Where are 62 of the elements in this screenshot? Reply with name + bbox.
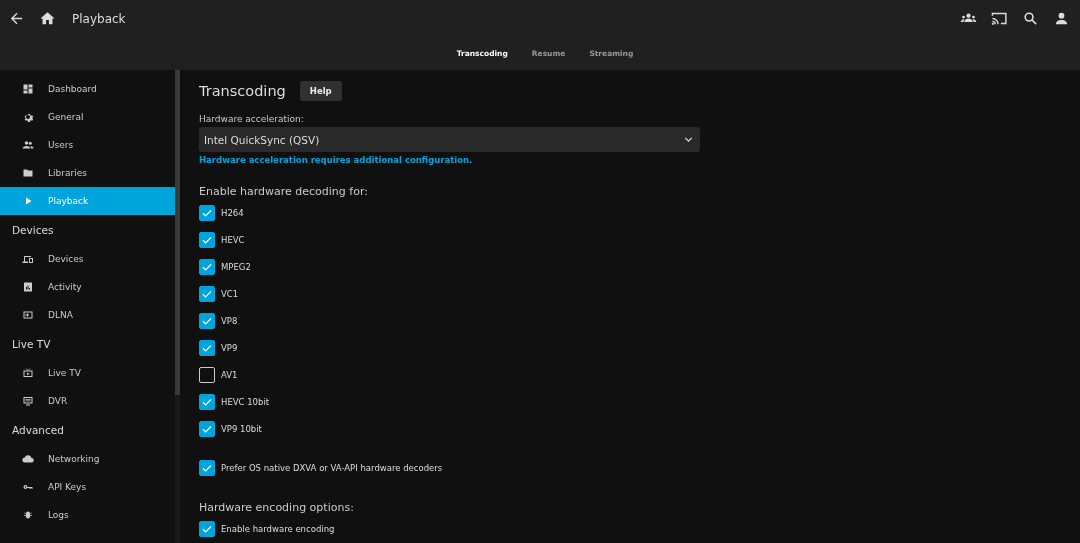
search-icon[interactable] [1022,10,1039,27]
checkbox-label: Enable hardware encoding [221,523,335,534]
sidebar-item[interactable]: Dashboard [0,75,175,103]
home-icon[interactable] [39,10,56,27]
sidebar-item[interactable]: Networking [0,445,175,473]
checkbox[interactable] [199,393,215,410]
section-heading: Enable hardware decoding for: [199,183,369,199]
section-title: Transcoding [199,83,286,99]
checkbox-label: VP9 [221,342,238,353]
checkbox-label: Prefer OS native DXVA or VA-API hardware decoders [221,462,443,473]
settings-icon [22,111,34,123]
sidebar-item[interactable]: DVR [0,387,175,415]
section-heading: Hardware encoding options: [199,499,355,515]
sidebar-item[interactable]: Users [0,131,175,159]
sidebar-item[interactable]: API Keys [0,473,175,501]
section-heading: Devices [11,223,55,238]
sidebar-item[interactable]: Activity [0,273,175,301]
checkbox[interactable] [199,339,215,356]
checkbox[interactable] [199,312,215,329]
checkbox[interactable] [199,366,215,383]
help-button[interactable]: Help [299,81,342,101]
checkbox-label: HEVC 10bit [221,396,270,407]
checkbox-label: VP9 10bit [221,423,262,434]
checkbox[interactable] [199,420,215,437]
cast-icon[interactable] [991,10,1008,27]
user-icon[interactable] [1053,10,1070,27]
checkbox-label: VC1 [221,288,239,299]
field-label: Hardware acceleration: [199,114,305,124]
checkbox-label: VP8 [221,315,238,326]
bug-icon [22,509,34,521]
dashboard-icon [22,83,34,95]
checkbox[interactable] [199,459,215,476]
configuration-link[interactable]: Hardware acceleration requires additional configuration. [199,155,473,165]
checkbox-label: HEVC [221,234,245,245]
sidebar-item[interactable]: DLNA [0,301,175,329]
checkbox[interactable] [199,258,215,275]
checkbox[interactable] [199,285,215,302]
back-icon[interactable] [8,10,25,27]
sidebar-item[interactable]: Libraries [0,159,175,187]
monitor-icon [22,395,34,407]
checkbox[interactable] [199,520,215,537]
sidebar-item[interactable]: Live TV [0,359,175,387]
scrollbar-thumb[interactable] [175,70,180,395]
tv-icon [22,367,34,379]
people-icon [22,139,34,151]
sidebar-item[interactable]: Devices [0,245,175,273]
input-icon [22,309,34,321]
select-field[interactable]: Intel QuickSync (QSV) [199,127,700,152]
checkbox[interactable] [199,231,215,248]
checkbox-label: H264 [221,207,244,218]
section-heading: Advanced [11,423,65,438]
bar-chart-icon [22,281,34,293]
page-title: Playback [72,11,126,26]
checkbox-label: MPEG2 [221,261,251,272]
sidebar-item[interactable]: General [0,103,175,131]
folder-icon [22,167,34,179]
checkbox-label: AV1 [221,369,238,380]
cloud-icon [22,453,34,465]
sidebar-item[interactable]: Logs [0,501,175,529]
devices-icon [22,253,34,265]
section-heading: Live TV [11,337,52,352]
checkbox[interactable] [199,204,215,221]
